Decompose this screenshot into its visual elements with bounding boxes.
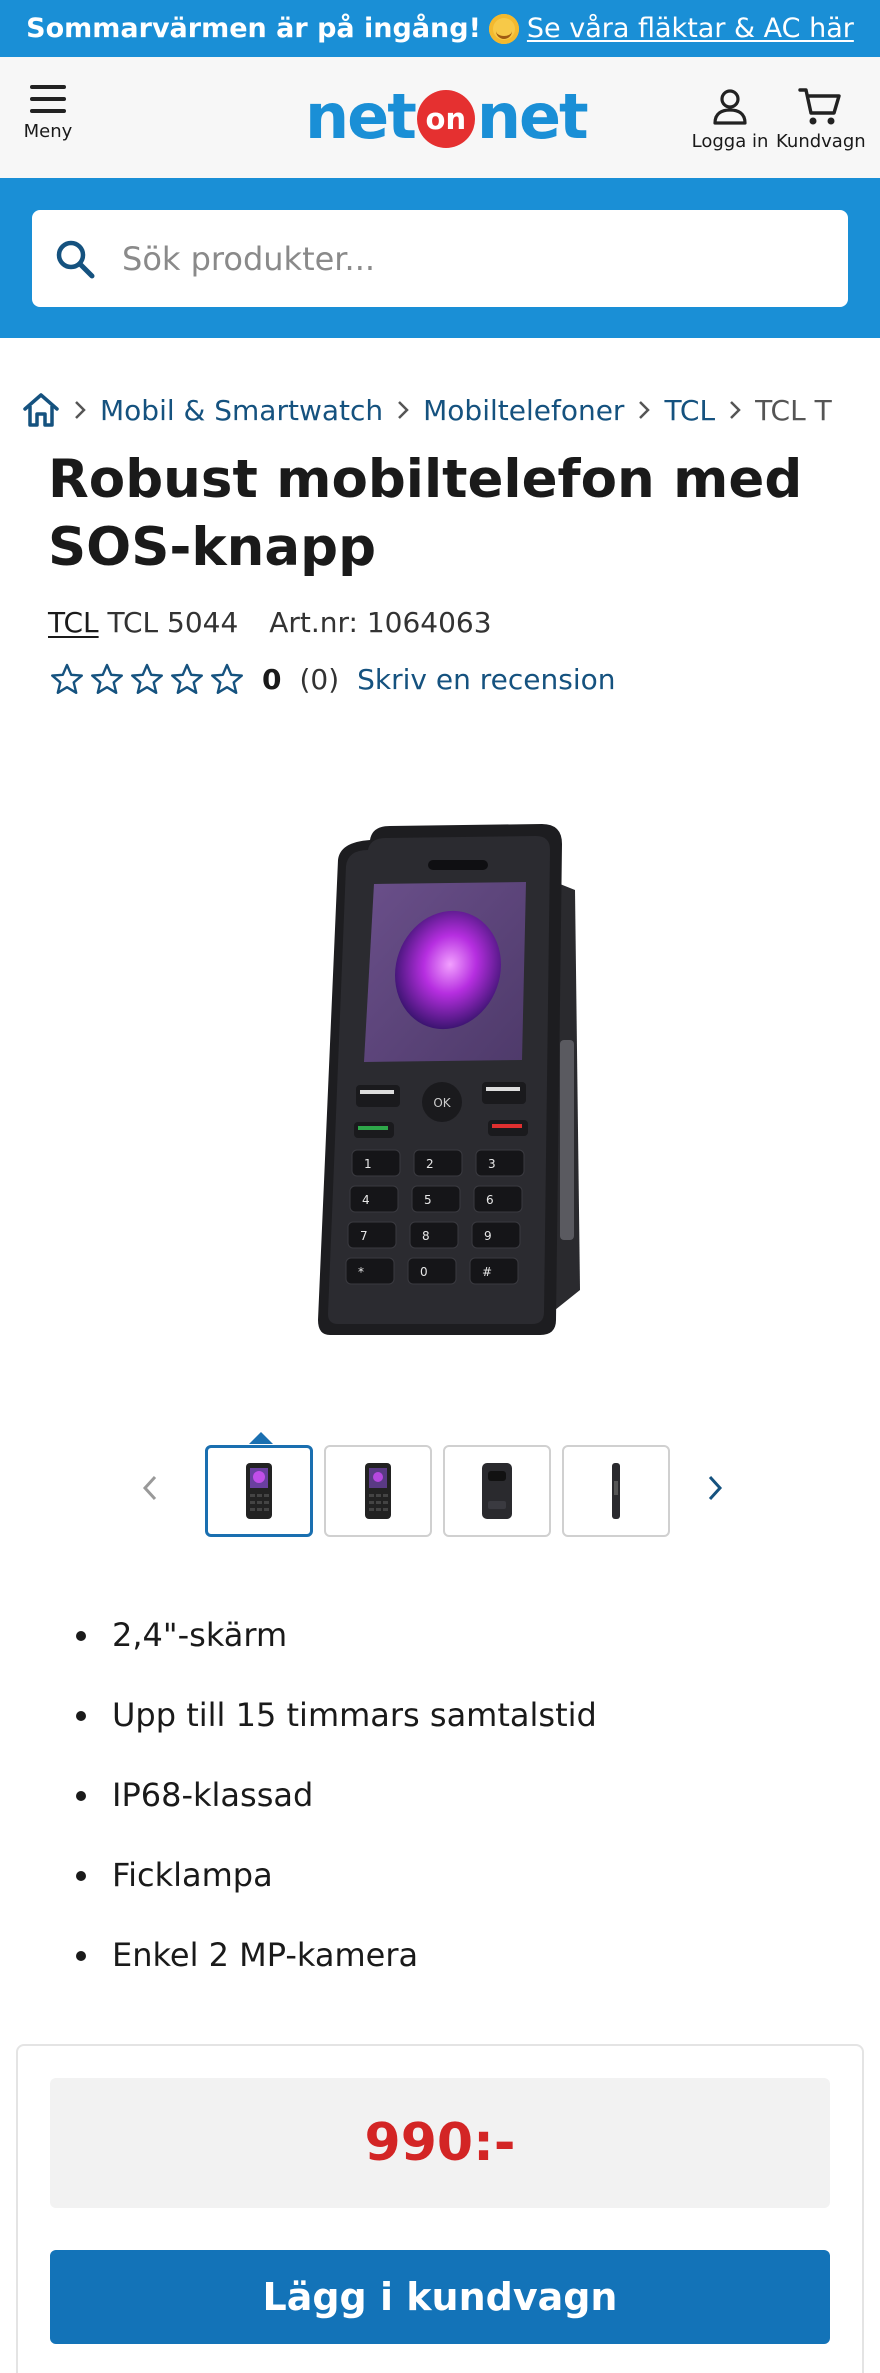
feature-item: Enkel 2 MP-kamera [48,1930,597,2010]
site-header: Meny net on net Logga in Kundvagn [0,57,880,178]
product-title: Robust mobiltelefon med SOS-knapp [48,449,803,578]
add-to-cart-button[interactable]: Lägg i kundvagn [50,2250,830,2344]
star-icon [131,663,163,694]
sun-icon [488,13,519,44]
logo-text-right: net [476,79,589,153]
cart-label: Kundvagn [776,131,866,152]
star-icon [51,663,83,694]
shopping-cart-icon [798,88,841,125]
svg-text:6: 6 [486,1193,494,1207]
chevron-right-icon [715,399,755,421]
promo-banner: Sommarvärmen är på ingång! Se våra fläkt… [0,0,880,57]
price-panel: 990:- [50,2078,830,2208]
article-number: Art.nr: 1064063 [269,606,492,639]
svg-text:#: # [482,1265,492,1279]
logo-text-middle: on [416,90,475,148]
star-rating[interactable] [50,663,244,695]
svg-text:*: * [358,1265,364,1279]
netonnet-logo[interactable]: net on net [305,80,589,153]
home-icon[interactable] [22,392,60,428]
gallery-thumb[interactable] [562,1445,670,1537]
breadcrumb-item-mobil-smartwatch[interactable]: Mobil & Smartwatch [100,394,383,427]
rating-count: (0) [299,662,340,696]
chevron-right-icon [383,399,423,421]
rating-row: 0 (0) Skriv en recension [50,660,616,698]
feature-item: Ficklampa [48,1850,597,1930]
menu-button[interactable]: Meny [18,79,78,159]
gallery-thumb[interactable] [324,1445,432,1537]
login-label: Logga in [691,131,769,152]
promo-link[interactable]: Se våra fläktar & AC här [527,13,854,44]
star-icon [171,663,203,694]
search-section [0,178,880,338]
brand-link[interactable]: TCL [48,606,99,639]
chevron-right-icon [624,399,664,421]
user-icon [713,89,747,125]
promo-text: Sommarvärmen är på ingång! [26,13,481,44]
breadcrumb-item-tcl[interactable]: TCL [664,394,715,427]
active-thumb-indicator [249,1432,273,1444]
chevron-left-icon [142,1475,157,1501]
gallery-thumb[interactable] [443,1445,551,1537]
svg-text:0: 0 [420,1265,428,1279]
breadcrumb: Mobil & Smartwatch Mobiltelefoner TCL TC… [22,390,880,430]
phone-image: OK 1 2 3 4 5 6 7 8 9 * 0 # [318,824,580,1335]
svg-text:5: 5 [424,1193,432,1207]
svg-text:7: 7 [360,1229,368,1243]
svg-text:1: 1 [364,1157,372,1171]
search-input[interactable] [122,239,802,278]
svg-text:4: 4 [362,1193,370,1207]
purchase-box: 990:- Lägg i kundvagn [16,2044,864,2373]
product-image[interactable]: OK 1 2 3 4 5 6 7 8 9 * 0 # [310,820,590,1340]
breadcrumb-item-current: TCL T [755,393,832,427]
svg-text:8: 8 [422,1229,430,1243]
svg-text:9: 9 [484,1229,492,1243]
svg-text:3: 3 [488,1157,496,1171]
gallery-next-button[interactable] [695,1468,735,1508]
search-icon[interactable] [50,234,100,284]
gallery-prev-button[interactable] [130,1468,170,1508]
breadcrumb-item-mobiltelefoner[interactable]: Mobiltelefoner [423,394,624,427]
product-price: 990:- [364,2113,516,2173]
svg-text:2: 2 [426,1157,434,1171]
product-model: TCL 5044 [107,606,239,639]
rating-value: 0 [262,662,282,696]
gallery-thumb[interactable] [205,1445,313,1537]
feature-item: IP68-klassad [48,1770,597,1850]
star-icon [91,663,123,694]
login-button[interactable]: Logga in [690,83,770,152]
feature-item: 2,4"-skärm [48,1610,597,1690]
svg-text:OK: OK [433,1096,451,1110]
cart-button[interactable]: Kundvagn [776,83,866,152]
chevron-right-icon [60,399,100,421]
search-box[interactable] [32,210,848,307]
menu-label: Meny [23,121,73,142]
write-review-link[interactable]: Skriv en recension [357,663,615,696]
product-meta: TCL TCL 5044 Art.nr: 1064063 [48,606,492,639]
feature-list: 2,4"-skärm Upp till 15 timmars samtalsti… [48,1610,597,2010]
hamburger-icon [30,85,66,113]
logo-text-left: net [305,79,417,153]
image-gallery-thumbnails [130,1432,750,1540]
star-icon [211,663,243,694]
chevron-right-icon [708,1475,723,1501]
feature-item: Upp till 15 timmars samtalstid [48,1690,597,1770]
